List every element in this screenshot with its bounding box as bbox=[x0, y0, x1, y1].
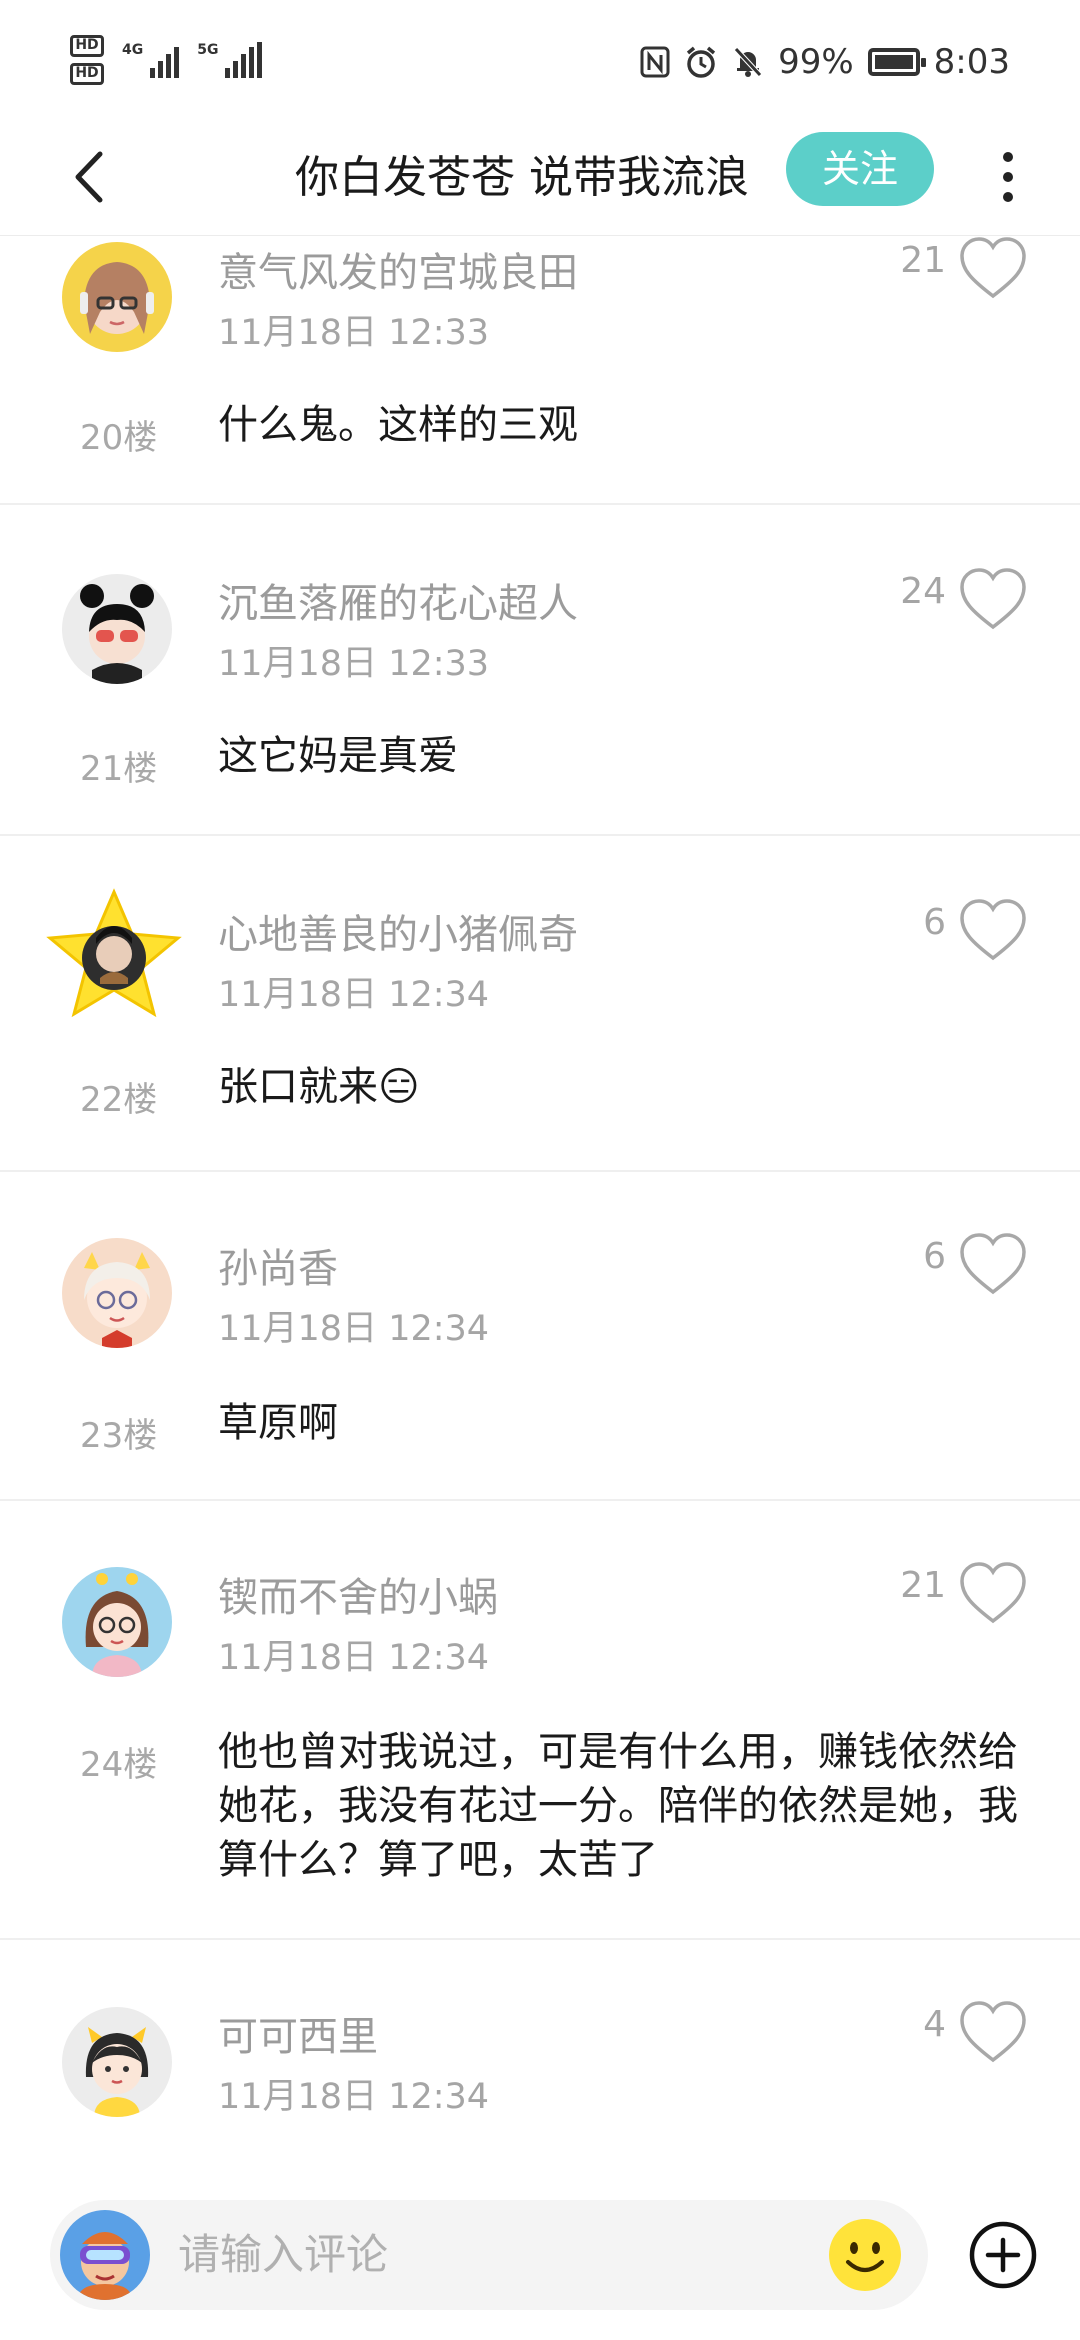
avatar[interactable] bbox=[44, 886, 184, 1026]
comment-item: 可可西里 11月18日 12:34 4 bbox=[0, 1940, 1080, 2190]
nfc-icon bbox=[640, 46, 670, 78]
heart-icon[interactable] bbox=[958, 567, 1028, 633]
comment-text: 他也曾对我说过，可是有什么用，赚钱依然给她花，我没有花过一分。陪伴的依然是她，我… bbox=[218, 1729, 1018, 1883]
avatar[interactable] bbox=[62, 242, 172, 352]
heart-icon[interactable] bbox=[958, 898, 1028, 964]
comment-input[interactable]: 请输入评论 bbox=[50, 2200, 928, 2310]
follow-button[interactable]: 关注 bbox=[786, 132, 934, 206]
timestamp: 11月18日 12:33 bbox=[218, 644, 490, 684]
like-count: 4 bbox=[923, 2004, 946, 2045]
avatar[interactable] bbox=[62, 1238, 172, 1348]
avatar[interactable] bbox=[62, 2007, 172, 2117]
network-type-1: 4G bbox=[122, 42, 144, 58]
add-icon[interactable] bbox=[968, 2220, 1038, 2290]
floor-number: 24楼 bbox=[80, 1745, 158, 1785]
mute-bell-icon bbox=[734, 47, 762, 77]
hd2-badge: HD bbox=[70, 63, 104, 85]
timestamp: 11月18日 12:34 bbox=[218, 1309, 490, 1349]
status-bar: HD HD 4G 5G 99% 8:03 bbox=[0, 0, 1080, 120]
network-indicators: HD HD 4G 5G bbox=[70, 30, 263, 90]
comment-item: 沉鱼落雁的花心超人 11月18日 12:33 24 21楼 这它妈是真爱 bbox=[0, 505, 1080, 836]
page-title: 你白发苍苍 说带我流浪 bbox=[295, 152, 749, 203]
top-nav-bar: 你白发苍苍 说带我流浪 关注 bbox=[0, 120, 1080, 236]
comment-text: 张口就来😑 bbox=[218, 1064, 420, 1110]
username[interactable]: 锲而不舍的小蜗 bbox=[218, 1565, 498, 1623]
system-indicators: 99% 8:03 bbox=[640, 34, 1010, 90]
emoji-icon[interactable] bbox=[828, 2218, 902, 2292]
username[interactable]: 意气风发的宫城良田 bbox=[218, 240, 578, 298]
username[interactable]: 心地善良的小猪佩奇 bbox=[218, 902, 578, 960]
heart-icon[interactable] bbox=[958, 1561, 1028, 1627]
avatar[interactable] bbox=[62, 1567, 172, 1677]
like-count: 24 bbox=[900, 571, 946, 612]
signal-icon-2: 5G bbox=[197, 42, 263, 78]
more-options-button[interactable] bbox=[996, 142, 1020, 212]
comment-item: 孙尚香 11月18日 12:34 6 23楼 草原啊 bbox=[0, 1172, 1080, 1501]
alarm-icon bbox=[686, 46, 716, 78]
comment-input-bar: 请输入评论 bbox=[0, 2200, 1080, 2340]
hd-indicators: HD HD bbox=[70, 35, 104, 85]
back-button[interactable] bbox=[62, 142, 122, 212]
battery-percent: 99% bbox=[778, 42, 854, 82]
username[interactable]: 孙尚香 bbox=[218, 1236, 338, 1294]
clock: 8:03 bbox=[933, 42, 1010, 82]
username[interactable]: 可可西里 bbox=[218, 2004, 378, 2062]
comment-placeholder: 请输入评论 bbox=[178, 2230, 389, 2279]
like-count: 21 bbox=[900, 1565, 946, 1606]
heart-icon[interactable] bbox=[958, 1232, 1028, 1298]
like-count: 6 bbox=[923, 902, 946, 943]
timestamp: 11月18日 12:34 bbox=[218, 975, 490, 1015]
floor-number: 21楼 bbox=[80, 749, 158, 789]
username[interactable]: 沉鱼落雁的花心超人 bbox=[218, 571, 578, 629]
timestamp: 11月18日 12:33 bbox=[218, 313, 490, 353]
hd1-badge: HD bbox=[70, 35, 104, 57]
like-count: 21 bbox=[900, 240, 946, 281]
signal-icon-1: 4G bbox=[122, 42, 180, 78]
my-avatar[interactable] bbox=[60, 2210, 150, 2300]
floor-number: 20楼 bbox=[80, 418, 158, 458]
comment-text: 草原啊 bbox=[218, 1400, 338, 1446]
chevron-left-icon bbox=[75, 151, 103, 203]
floor-number: 23楼 bbox=[80, 1416, 158, 1456]
comment-text: 这它妈是真爱 bbox=[218, 733, 458, 779]
comment-item: 意气风发的宫城良田 11月18日 12:33 21 20楼 什么鬼。这样的三观 bbox=[0, 236, 1080, 505]
heart-icon[interactable] bbox=[958, 236, 1028, 302]
comment-item: 锲而不舍的小蜗 11月18日 12:34 21 24楼 他也曾对我说过，可是有什… bbox=[0, 1501, 1080, 1940]
timestamp: 11月18日 12:34 bbox=[218, 2077, 490, 2117]
comment-list: 意气风发的宫城良田 11月18日 12:33 21 20楼 什么鬼。这样的三观 … bbox=[0, 236, 1080, 2190]
comment-item: 心地善良的小猪佩奇 11月18日 12:34 6 22楼 张口就来😑 bbox=[0, 836, 1080, 1172]
timestamp: 11月18日 12:34 bbox=[218, 1638, 490, 1678]
battery-icon bbox=[867, 48, 926, 76]
like-count: 6 bbox=[923, 1236, 946, 1277]
heart-icon[interactable] bbox=[958, 2000, 1028, 2066]
avatar[interactable] bbox=[62, 574, 172, 684]
network-type-2: 5G bbox=[197, 42, 219, 58]
floor-number: 22楼 bbox=[80, 1080, 158, 1120]
comment-text: 什么鬼。这样的三观 bbox=[218, 402, 578, 448]
